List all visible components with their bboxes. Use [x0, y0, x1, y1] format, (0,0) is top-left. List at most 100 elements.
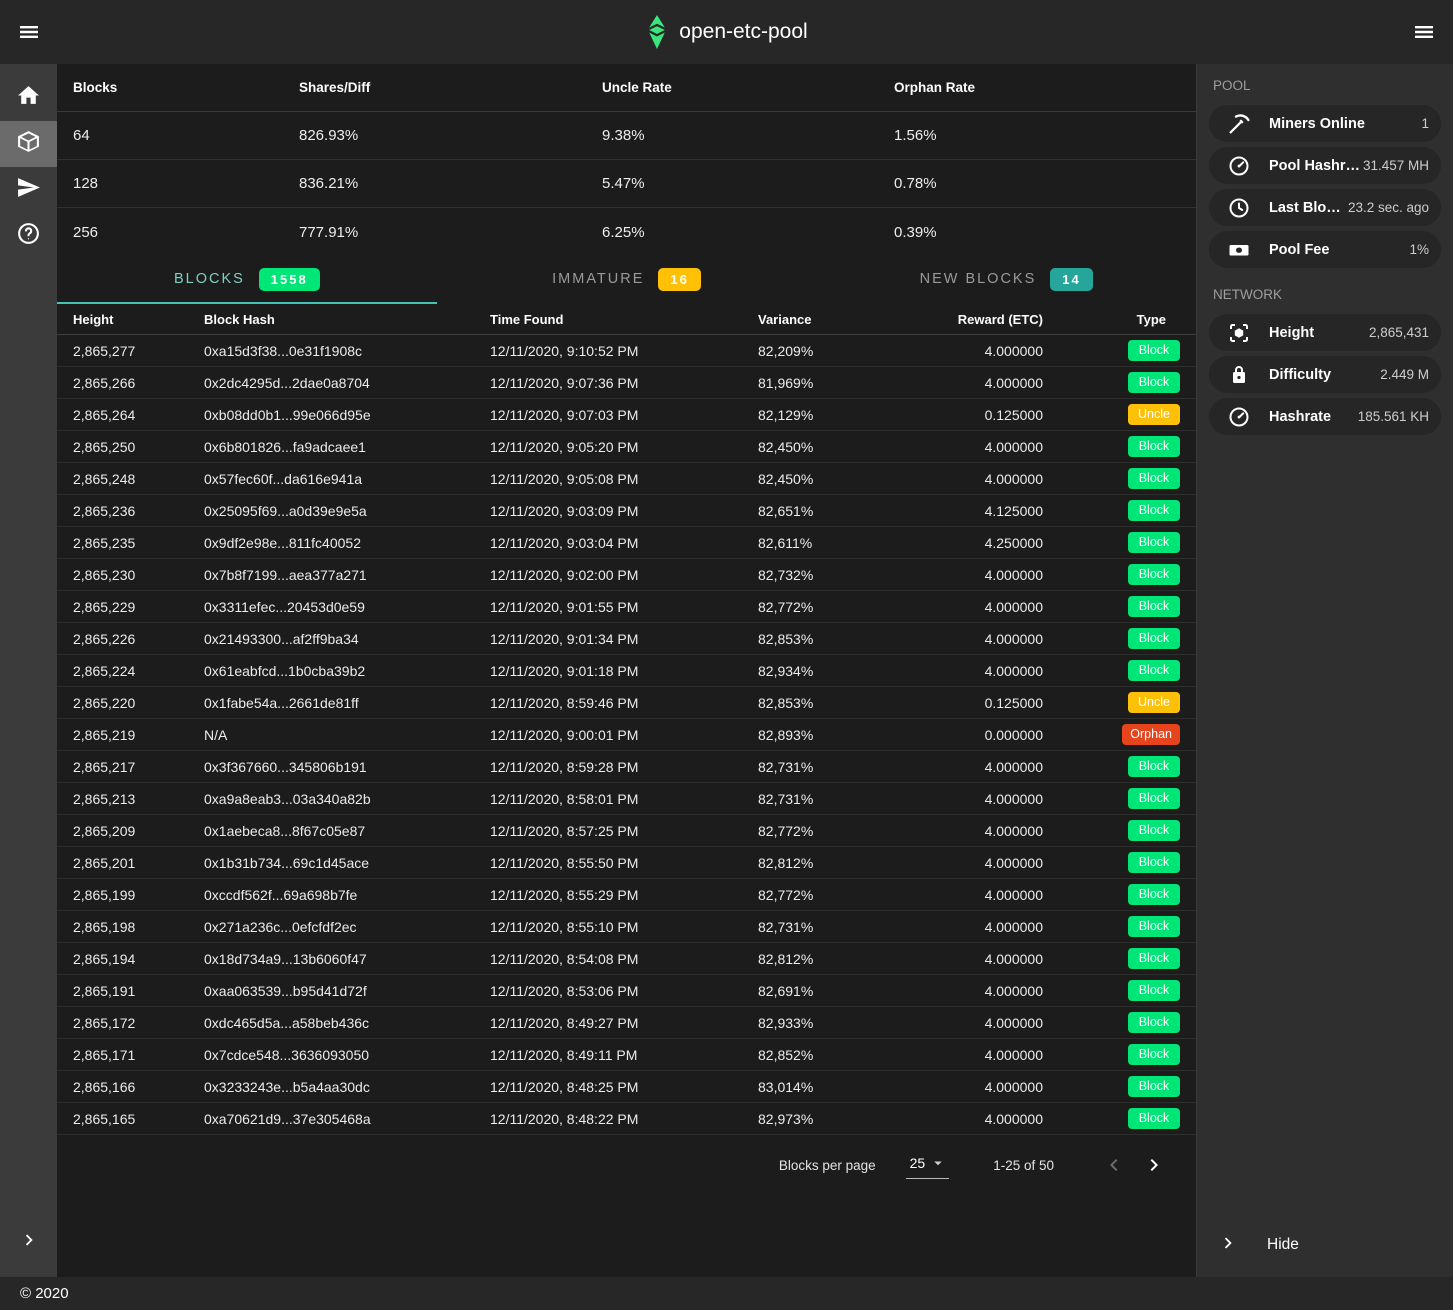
table-row[interactable]: 2,865,224 0x61eabfcd...1b0cba39b2 12/11/… [57, 655, 1196, 687]
stats-table-header: Blocks Shares/Diff Uncle Rate Orphan Rat… [57, 64, 1196, 112]
type-chip: Block [1128, 1076, 1180, 1098]
cell-variance: 82,934% [742, 663, 902, 679]
type-chip: Block [1128, 788, 1180, 810]
table-row[interactable]: 2,865,250 0x6b801826...fa9adcaee1 12/11/… [57, 431, 1196, 463]
cell-hash: 0xa9a8eab3...03a340a82b [188, 791, 474, 807]
table-row[interactable]: 2,865,220 0x1fabe54a...2661de81ff 12/11/… [57, 687, 1196, 719]
table-row[interactable]: 2,865,172 0xdc465d5a...a58beb436c 12/11/… [57, 1007, 1196, 1039]
table-row[interactable]: 2,865,248 0x57fec60f...da616e941a 12/11/… [57, 463, 1196, 495]
cell-variance: 82,933% [742, 1015, 902, 1031]
cell-reward: 4.000000 [902, 663, 1043, 679]
cell-type: Block [1043, 628, 1196, 650]
per-page-select[interactable]: 25 [906, 1152, 950, 1179]
table-row[interactable]: 2,865,226 0x21493300...af2ff9ba34 12/11/… [57, 623, 1196, 655]
cell-height: 2,865,220 [57, 695, 188, 711]
cell-variance: 82,732% [742, 567, 902, 583]
type-chip: Block [1128, 468, 1180, 490]
cell-variance: 81,969% [742, 375, 902, 391]
cell-type: Block [1043, 820, 1196, 842]
help-icon [16, 221, 41, 251]
cell-reward: 4.000000 [902, 471, 1043, 487]
cell-time: 12/11/2020, 9:03:04 PM [474, 535, 742, 551]
cell-variance: 82,893% [742, 727, 902, 743]
cell-height: 2,865,224 [57, 663, 188, 679]
next-page-button[interactable] [1134, 1145, 1174, 1185]
cell-variance: 82,129% [742, 407, 902, 423]
tab-blocks[interactable]: BLOCKS 1558 [57, 256, 437, 304]
network-section-title: NETWORK [1197, 273, 1453, 311]
cell-hash: 0x61eabfcd...1b0cba39b2 [188, 663, 474, 679]
table-row[interactable]: 2,865,199 0xccdf562f...69a698b7fe 12/11/… [57, 879, 1196, 911]
cell-height: 2,865,171 [57, 1047, 188, 1063]
cube-scan-icon [1227, 321, 1251, 345]
table-row[interactable]: 2,865,171 0x7cdce548...3636093050 12/11/… [57, 1039, 1196, 1071]
menu-icon-right[interactable] [1404, 12, 1444, 52]
sidebar-item-blocks[interactable] [0, 121, 57, 167]
cell-type: Block [1043, 916, 1196, 938]
cell-hash: 0x2dc4295d...2dae0a8704 [188, 375, 474, 391]
table-row[interactable]: 2,865,277 0xa15d3f38...0e31f1908c 12/11/… [57, 335, 1196, 367]
stats-row: 64 826.93% 9.38% 1.56% [57, 112, 1196, 160]
type-chip: Block [1128, 436, 1180, 458]
cell-hash: 0x7cdce548...3636093050 [188, 1047, 474, 1063]
table-row[interactable]: 2,865,217 0x3f367660...345806b191 12/11/… [57, 751, 1196, 783]
brand: open-etc-pool [645, 14, 807, 50]
cell-time: 12/11/2020, 9:01:18 PM [474, 663, 742, 679]
cell-time: 12/11/2020, 8:58:01 PM [474, 791, 742, 807]
cell-reward: 4.000000 [902, 439, 1043, 455]
clock-icon [1227, 196, 1251, 220]
menu-icon[interactable] [9, 12, 49, 52]
speedometer-icon [1227, 154, 1251, 178]
type-chip: Block [1128, 532, 1180, 554]
type-chip: Block [1128, 1012, 1180, 1034]
cell-variance: 82,852% [742, 1047, 902, 1063]
type-chip: Block [1128, 500, 1180, 522]
table-row[interactable]: 2,865,198 0x271a236c...0efcfdf2ec 12/11/… [57, 911, 1196, 943]
hide-label: Hide [1267, 1236, 1299, 1254]
cell-time: 12/11/2020, 8:59:46 PM [474, 695, 742, 711]
sidebar-item-payments[interactable] [0, 167, 57, 213]
sidebar-item-home[interactable] [0, 75, 57, 121]
table-row[interactable]: 2,865,201 0x1b31b734...69c1d45ace 12/11/… [57, 847, 1196, 879]
table-row[interactable]: 2,865,213 0xa9a8eab3...03a340a82b 12/11/… [57, 783, 1196, 815]
table-row[interactable]: 2,865,194 0x18d734a9...13b6060f47 12/11/… [57, 943, 1196, 975]
table-row[interactable]: 2,865,236 0x25095f69...a0d39e9e5a 12/11/… [57, 495, 1196, 527]
table-row[interactable]: 2,865,264 0xb08dd0b1...99e066d95e 12/11/… [57, 399, 1196, 431]
table-row[interactable]: 2,865,235 0x9df2e98e...811fc40052 12/11/… [57, 527, 1196, 559]
cell-reward: 4.000000 [902, 375, 1043, 391]
table-row[interactable]: 2,865,191 0xaa063539...b95d41d72f 12/11/… [57, 975, 1196, 1007]
sidebar-item-help[interactable] [0, 213, 57, 259]
cell-hash: 0xdc465d5a...a58beb436c [188, 1015, 474, 1031]
cell-height: 2,865,199 [57, 887, 188, 903]
table-row[interactable]: 2,865,230 0x7b8f7199...aea377a271 12/11/… [57, 559, 1196, 591]
table-row[interactable]: 2,865,266 0x2dc4295d...2dae0a8704 12/11/… [57, 367, 1196, 399]
cell-variance: 82,812% [742, 855, 902, 871]
cell-type: Block [1043, 596, 1196, 618]
table-row[interactable]: 2,865,166 0x3233243e...b5a4aa30dc 12/11/… [57, 1071, 1196, 1103]
tab-immature[interactable]: IMMATURE 16 [437, 256, 817, 304]
cell-reward: 4.000000 [902, 567, 1043, 583]
type-chip: Block [1128, 660, 1180, 682]
table-row[interactable]: 2,865,229 0x3311efec...20453d0e59 12/11/… [57, 591, 1196, 623]
cell-height: 2,865,201 [57, 855, 188, 871]
col-height: Height [57, 312, 188, 327]
page-range-label: 1-25 of 50 [993, 1158, 1054, 1173]
cell-reward: 4.000000 [902, 759, 1043, 775]
chevron-left-icon [1102, 1153, 1126, 1177]
table-row[interactable]: 2,865,209 0x1aebeca8...8f67c05e87 12/11/… [57, 815, 1196, 847]
cell-height: 2,865,209 [57, 823, 188, 839]
rail-expand-button[interactable] [0, 1219, 57, 1265]
table-row[interactable]: 2,865,165 0xa70621d9...37e305468a 12/11/… [57, 1103, 1196, 1135]
cell-height: 2,865,172 [57, 1015, 188, 1031]
hide-panel-button[interactable]: Hide [1197, 1213, 1453, 1277]
tab-count-badge: 14 [1050, 268, 1092, 291]
cell-height: 2,865,277 [57, 343, 188, 359]
tab-count-badge: 16 [658, 268, 700, 291]
cell-height: 2,865,235 [57, 535, 188, 551]
cell-time: 12/11/2020, 8:48:22 PM [474, 1111, 742, 1127]
cell-hash: 0x1b31b734...69c1d45ace [188, 855, 474, 871]
table-row[interactable]: 2,865,219 N/A 12/11/2020, 9:00:01 PM 82,… [57, 719, 1196, 751]
cell-hash: 0x3311efec...20453d0e59 [188, 599, 474, 615]
tab-new-blocks[interactable]: NEW BLOCKS 14 [816, 256, 1196, 304]
prev-page-button[interactable] [1094, 1145, 1134, 1185]
